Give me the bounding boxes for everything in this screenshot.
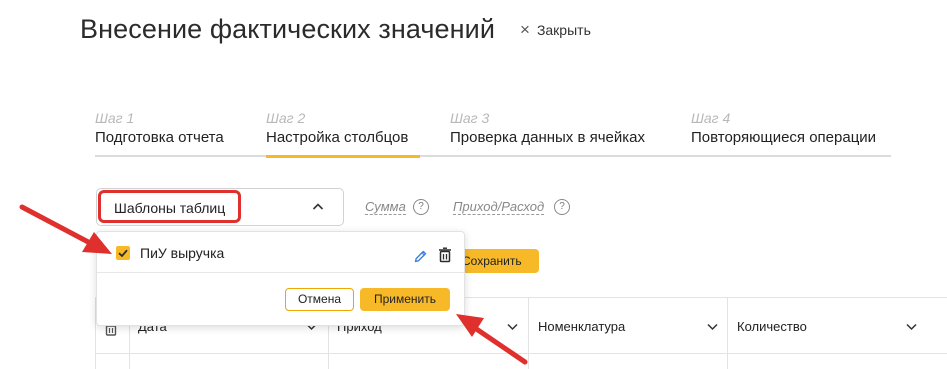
trash-icon[interactable]: [438, 247, 452, 268]
column-label: Количество: [737, 319, 807, 334]
chevron-up-icon: [312, 200, 324, 218]
checkbox-checked-icon[interactable]: [116, 246, 130, 260]
step-3[interactable]: Шаг 3 Проверка данных в ячейках: [450, 110, 665, 158]
help-icon[interactable]: ?: [554, 199, 570, 215]
step-number: Шаг 1: [95, 110, 135, 126]
step-4[interactable]: Шаг 4 Повторяющиеся операции: [691, 110, 891, 158]
step-name: Подготовка отчета: [95, 129, 224, 146]
apply-button[interactable]: Применить: [360, 288, 450, 311]
page-title: Внесение фактических значений: [80, 14, 496, 44]
step-number: Шаг 4: [691, 110, 731, 126]
sum-option-link[interactable]: Сумма: [365, 200, 406, 215]
income-expense-option-link[interactable]: Приход/Расход: [453, 200, 545, 215]
close-icon[interactable]: ×: [520, 21, 530, 38]
pencil-icon[interactable]: [413, 249, 428, 269]
cancel-button[interactable]: Отмена: [285, 288, 354, 311]
step-number: Шаг 2: [266, 110, 306, 126]
close-button[interactable]: × Закрыть: [520, 21, 591, 38]
close-label[interactable]: Закрыть: [537, 22, 591, 38]
chevron-down-icon[interactable]: [506, 320, 519, 338]
help-icon[interactable]: ?: [413, 199, 429, 215]
templates-dropdown: ПиУ выручка Отмена Применить: [96, 231, 465, 326]
chevron-down-icon[interactable]: [905, 320, 918, 338]
template-item-label[interactable]: ПиУ выручка: [140, 245, 224, 261]
step-2-active[interactable]: Шаг 2 Настройка столбцов: [266, 110, 420, 158]
step-name: Настройка столбцов: [266, 129, 409, 146]
annotation-highlight-box: [98, 190, 241, 223]
dropdown-divider: [97, 272, 464, 273]
step-name: Повторяющиеся операции: [691, 129, 877, 146]
column-label: Номенклатура: [538, 319, 626, 334]
step-1[interactable]: Шаг 1 Подготовка отчета: [95, 110, 238, 158]
column-header-nomenclature[interactable]: Номенклатура: [529, 298, 728, 369]
steps-nav: Шаг 1 Подготовка отчета Шаг 2 Настройка …: [95, 110, 891, 160]
step-number: Шаг 3: [450, 110, 490, 126]
step-name: Проверка данных в ячейках: [450, 129, 645, 146]
column-header-quantity[interactable]: Количество: [728, 298, 947, 369]
chevron-down-icon[interactable]: [706, 320, 719, 338]
